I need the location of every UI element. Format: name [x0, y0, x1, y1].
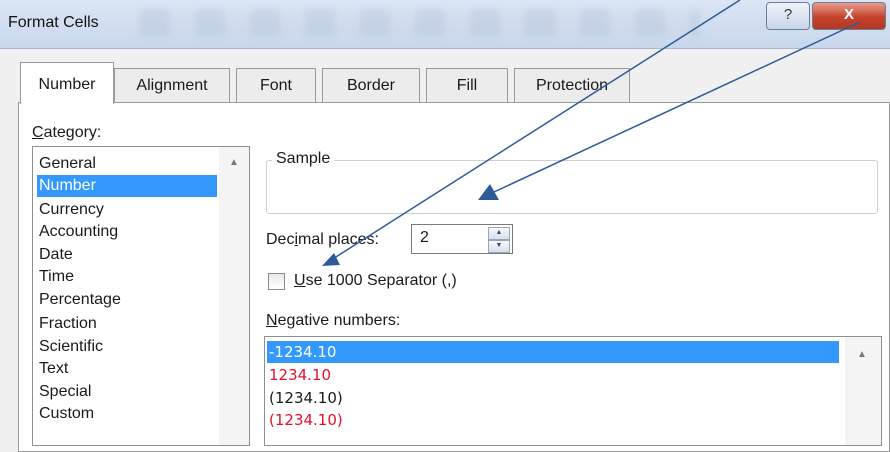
category-item-time[interactable]: Time	[39, 266, 74, 288]
decimal-places-label-post: mal places:	[298, 231, 379, 248]
category-item-accounting[interactable]: Accounting	[39, 221, 118, 243]
tab-number[interactable]: Number	[20, 62, 114, 104]
tab-border[interactable]: Border	[322, 68, 420, 102]
category-item-general[interactable]: General	[39, 153, 96, 175]
use-1000-separator-label[interactable]: Use 1000 Separator (,)	[294, 272, 457, 290]
separator-accesskey: U	[294, 272, 306, 289]
decimal-places-label: Decimal places:	[266, 231, 379, 249]
category-item-special[interactable]: Special	[39, 381, 91, 403]
negative-numbers-label-text: egative numbers:	[277, 312, 401, 329]
category-item-date[interactable]: Date	[39, 244, 73, 266]
sample-groupbox	[266, 160, 878, 214]
category-item-percentage[interactable]: Percentage	[39, 289, 121, 311]
negative-format-item[interactable]: (1234.10)	[269, 387, 343, 409]
category-item-currency[interactable]: Currency	[39, 199, 104, 221]
category-item-fraction[interactable]: Fraction	[39, 313, 97, 335]
negative-format-item[interactable]: 1234.10	[269, 364, 331, 386]
spinner-buttons: ▲ ▼	[488, 227, 510, 253]
tab-alignment[interactable]: Alignment	[114, 68, 230, 102]
scroll-up-arrow-icon[interactable]: ▲	[229, 157, 239, 168]
scroll-up-arrow-icon[interactable]: ▲	[857, 349, 867, 360]
category-label: Category:	[32, 124, 101, 142]
help-button[interactable]: ?	[766, 2, 810, 30]
use-1000-separator-checkbox[interactable]	[268, 273, 285, 290]
tab-fill[interactable]: Fill	[426, 68, 508, 102]
negative-format-item[interactable]: (1234.10)	[269, 409, 343, 431]
category-label-text: ategory:	[43, 124, 102, 141]
spin-down-icon[interactable]: ▼	[488, 240, 510, 253]
decimal-places-spinner[interactable]: 2 ▲ ▼	[411, 224, 513, 254]
decimal-places-value[interactable]: 2	[420, 229, 429, 247]
category-item-number[interactable]: Number	[37, 175, 217, 197]
spin-up-icon[interactable]: ▲	[488, 227, 510, 240]
tab-font[interactable]: Font	[236, 68, 316, 102]
decimal-places-label-pre: Dec	[266, 231, 295, 248]
close-button[interactable]: X	[812, 2, 886, 30]
negative-format-item[interactable]: -1234.10	[267, 341, 839, 363]
separator-label-text: se 1000 Separator (,)	[305, 272, 457, 289]
category-item-text[interactable]: Text	[39, 358, 68, 380]
category-list[interactable]: General Number Currency Accounting Date …	[32, 146, 250, 446]
blurred-ribbon-background	[140, 10, 700, 36]
title-bar: Format Cells ? X	[0, 0, 890, 49]
dialog-title: Format Cells	[8, 14, 99, 31]
category-label-accesskey: C	[32, 124, 44, 141]
negative-numbers-scrollbar[interactable]: ▲	[845, 337, 881, 445]
category-item-scientific[interactable]: Scientific	[39, 336, 103, 358]
negative-numbers-accesskey: N	[266, 312, 278, 329]
category-item-custom[interactable]: Custom	[39, 403, 94, 425]
sample-label: Sample	[272, 150, 335, 168]
category-scrollbar[interactable]: ▲	[219, 147, 249, 445]
negative-numbers-list[interactable]: -1234.10 1234.10 (1234.10) (1234.10) ▲	[264, 336, 882, 446]
negative-numbers-label: Negative numbers:	[266, 312, 400, 330]
tab-protection[interactable]: Protection	[514, 68, 630, 102]
